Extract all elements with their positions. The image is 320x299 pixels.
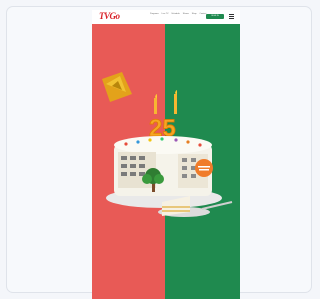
nav-link[interactable]: Shop [192, 13, 197, 16]
site-logo[interactable]: TVGo [99, 11, 120, 21]
hamburger-icon[interactable] [229, 14, 234, 19]
sign-in-button[interactable]: SIGN IN [206, 14, 224, 19]
website-page: TVGo Programs Live TV Schedule Shows Sho… [92, 10, 240, 299]
nav-link[interactable]: Live TV [162, 13, 169, 16]
nav-link[interactable]: Schedule [171, 13, 179, 16]
nav-link[interactable]: Shows [183, 13, 189, 16]
nav-link[interactable]: Programs [150, 13, 159, 16]
nav-links: Programs Live TV Schedule Shows Shop Con… [150, 13, 206, 16]
orange-badge-icon [195, 159, 213, 177]
site-header: TVGo Programs Live TV Schedule Shows Sho… [92, 10, 240, 25]
hero-illustration: 25 [102, 72, 233, 217]
nachos-icon [102, 72, 132, 102]
candle-icon [154, 90, 177, 114]
